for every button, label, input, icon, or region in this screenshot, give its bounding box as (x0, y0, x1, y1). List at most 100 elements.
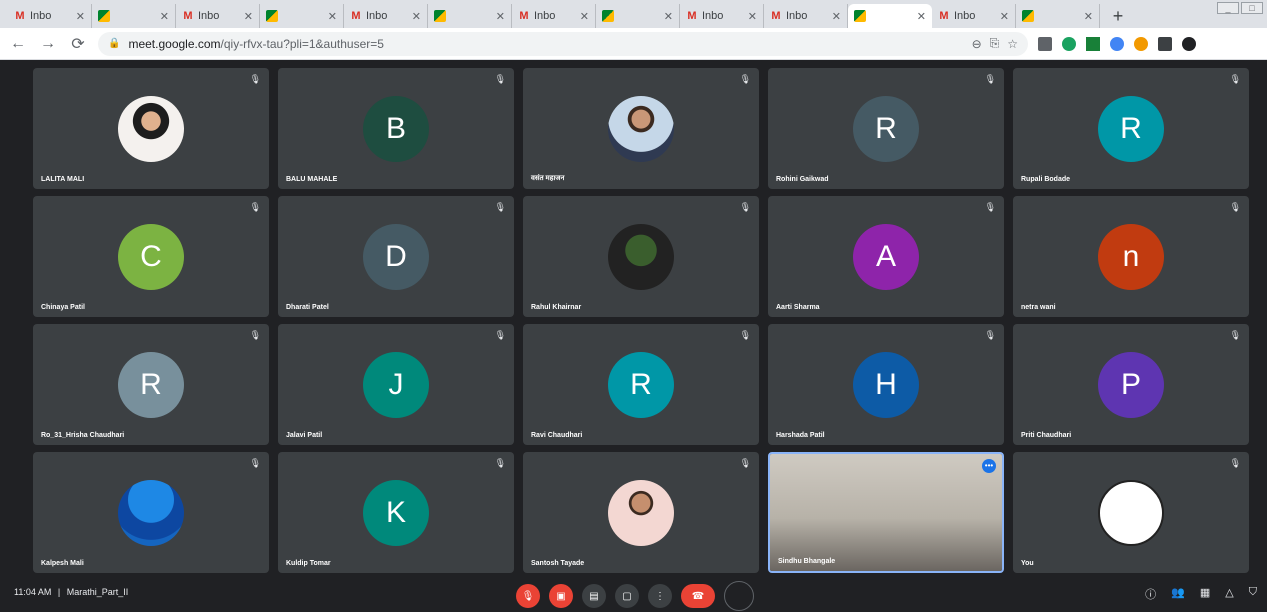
browser-tab[interactable]: M Inbo ✕ (932, 4, 1016, 28)
tab-title: Inbo (366, 10, 388, 22)
avatar-initial: K (363, 480, 429, 546)
new-tab-button[interactable]: + (1106, 4, 1130, 28)
extension-icon[interactable] (1038, 36, 1052, 51)
avatar-initial: P (1098, 352, 1164, 418)
tab-title: Inbo (534, 10, 556, 22)
close-tab-icon[interactable]: ✕ (160, 10, 169, 23)
participant-tile[interactable]: 🎙 Kalpesh Mali (33, 452, 269, 573)
participant-name: Chinaya Patil (41, 304, 85, 311)
gmail-icon: M (771, 10, 781, 22)
participant-name: BALU MAHALE (286, 176, 338, 183)
browser-toolbar: ← → ⟳ 🔒 meet.google.com/qiy-rfvx-tau?pli… (0, 28, 1267, 60)
muted-mic-icon: 🎙 (984, 74, 996, 84)
close-tab-icon[interactable]: ✕ (244, 10, 253, 23)
host-controls-icon[interactable]: ⛉ (1249, 586, 1257, 602)
maximize-icon[interactable]: □ (1241, 2, 1263, 14)
participant-tile[interactable]: 🎙 C Chinaya Patil (33, 196, 269, 317)
close-tab-icon[interactable]: ✕ (580, 10, 589, 23)
extension-icon[interactable] (1134, 36, 1148, 51)
participant-name: वसंत महाजन (531, 175, 565, 182)
participant-tile[interactable]: 🎙 R Rohini Gaikwad (768, 68, 1004, 189)
window-controls: _ □ (1217, 2, 1263, 14)
browser-tab[interactable]: M Inbo ✕ (8, 4, 92, 28)
browser-tab[interactable]: ✕ (1016, 4, 1100, 28)
participant-tile[interactable]: 🎙 R Ravi Chaudhari (523, 324, 759, 445)
participant-name: Aarti Sharma (776, 304, 820, 311)
close-tab-icon[interactable]: ✕ (76, 10, 85, 23)
participant-tile[interactable]: 🎙 Santosh Tayade (523, 452, 759, 573)
participant-tile[interactable]: 🎙 H Harshada Patil (768, 324, 1004, 445)
participant-tile[interactable]: 🎙 n netra wani (1013, 196, 1249, 317)
people-icon[interactable]: 👥 (1171, 586, 1185, 602)
forward-button[interactable]: → (38, 34, 58, 54)
gmail-icon: M (687, 10, 697, 22)
tab-title: Inbo (30, 10, 52, 22)
profile-avatar[interactable] (1182, 36, 1196, 51)
mic-toggle-button[interactable]: 🎙 (516, 584, 540, 608)
participant-tile[interactable]: 🎙 J Jalavi Patil (278, 324, 514, 445)
participant-tile[interactable]: 🎙 D Dharati Patel (278, 196, 514, 317)
zoom-icon[interactable]: ⊖ (972, 37, 982, 51)
participant-tile[interactable]: 🎙 R Rupali Bodade (1013, 68, 1249, 189)
browser-tab[interactable]: ✕ (92, 4, 176, 28)
participant-tile[interactable]: 🎙 LALITA MALI (33, 68, 269, 189)
participant-tile[interactable]: ••• Sindhu Bhangale (768, 452, 1004, 573)
more-options-button[interactable]: ⋮ (648, 584, 672, 608)
info-icon[interactable]: ⓘ (1145, 586, 1156, 602)
present-button[interactable]: ▢ (615, 584, 639, 608)
browser-tab[interactable]: ✕ (596, 4, 680, 28)
participant-tile[interactable]: 🎙 B BALU MAHALE (278, 68, 514, 189)
participant-tile[interactable]: 🎙 वसंत महाजन (523, 68, 759, 189)
muted-mic-icon: 🎙 (739, 330, 751, 340)
participant-tile[interactable]: 🎙 R Ro_31_Hrisha Chaudhari (33, 324, 269, 445)
close-tab-icon[interactable]: ✕ (412, 10, 421, 23)
avatar-initial: R (118, 352, 184, 418)
muted-mic-icon: 🎙 (739, 458, 751, 468)
extension-icon[interactable] (1062, 36, 1076, 51)
checkmark-extension-icon[interactable] (1086, 36, 1100, 51)
participant-name: Rohini Gaikwad (776, 176, 829, 183)
close-tab-icon[interactable]: ✕ (1084, 10, 1093, 23)
browser-tab[interactable]: M Inbo ✕ (176, 4, 260, 28)
participant-tile[interactable]: 🎙 K Kuldip Tomar (278, 452, 514, 573)
close-tab-icon[interactable]: ✕ (917, 10, 926, 23)
close-tab-icon[interactable]: ✕ (328, 10, 337, 23)
captions-button[interactable]: ▤ (582, 584, 606, 608)
browser-tab[interactable]: M Inbo ✕ (512, 4, 596, 28)
browser-tab[interactable]: ✕ (428, 4, 512, 28)
avatar-photo (608, 480, 674, 546)
participant-tile[interactable]: 🎙 A Aarti Sharma (768, 196, 1004, 317)
browser-tab[interactable]: M Inbo ✕ (764, 4, 848, 28)
camera-toggle-button[interactable]: ▣ (549, 584, 573, 608)
avatar-initial: B (363, 96, 429, 162)
browser-tab[interactable]: M Inbo ✕ (680, 4, 764, 28)
minimize-icon[interactable]: _ (1217, 2, 1239, 14)
participant-tile[interactable]: 🎙 Rahul Khairnar (523, 196, 759, 317)
close-tab-icon[interactable]: ✕ (832, 10, 841, 23)
leave-call-button[interactable]: ☎ (681, 584, 715, 608)
extension-icon[interactable] (1110, 36, 1124, 51)
participant-tile[interactable]: 🎙 You (1013, 452, 1249, 573)
participant-name: Rupali Bodade (1021, 176, 1071, 183)
bookmark-star-icon[interactable]: ☆ (1007, 37, 1018, 51)
share-icon[interactable]: ⎘ (990, 36, 1000, 51)
activities-icon[interactable]: △ (1225, 586, 1233, 602)
participant-tile[interactable]: 🎙 P Priti Chaudhari (1013, 324, 1249, 445)
tab-title: Inbo (702, 10, 724, 22)
browser-tab[interactable]: ✕ (260, 4, 344, 28)
back-button[interactable]: ← (8, 34, 28, 54)
chat-icon[interactable]: ▦ (1200, 586, 1210, 602)
hangup-icon: ☎ (691, 590, 705, 602)
muted-mic-icon: 🎙 (739, 74, 751, 84)
browser-tab[interactable]: M Inbo ✕ (344, 4, 428, 28)
close-tab-icon[interactable]: ✕ (748, 10, 757, 23)
browser-tab[interactable]: ✕ (848, 4, 932, 28)
activity-button[interactable] (724, 581, 754, 611)
puzzle-icon[interactable] (1158, 36, 1172, 51)
close-tab-icon[interactable]: ✕ (1000, 10, 1009, 23)
reload-button[interactable]: ⟳ (68, 34, 88, 54)
close-tab-icon[interactable]: ✕ (664, 10, 673, 23)
avatar-initial: H (853, 352, 919, 418)
address-bar[interactable]: 🔒 meet.google.com/qiy-rfvx-tau?pli=1&aut… (98, 31, 1028, 56)
close-tab-icon[interactable]: ✕ (496, 10, 505, 23)
